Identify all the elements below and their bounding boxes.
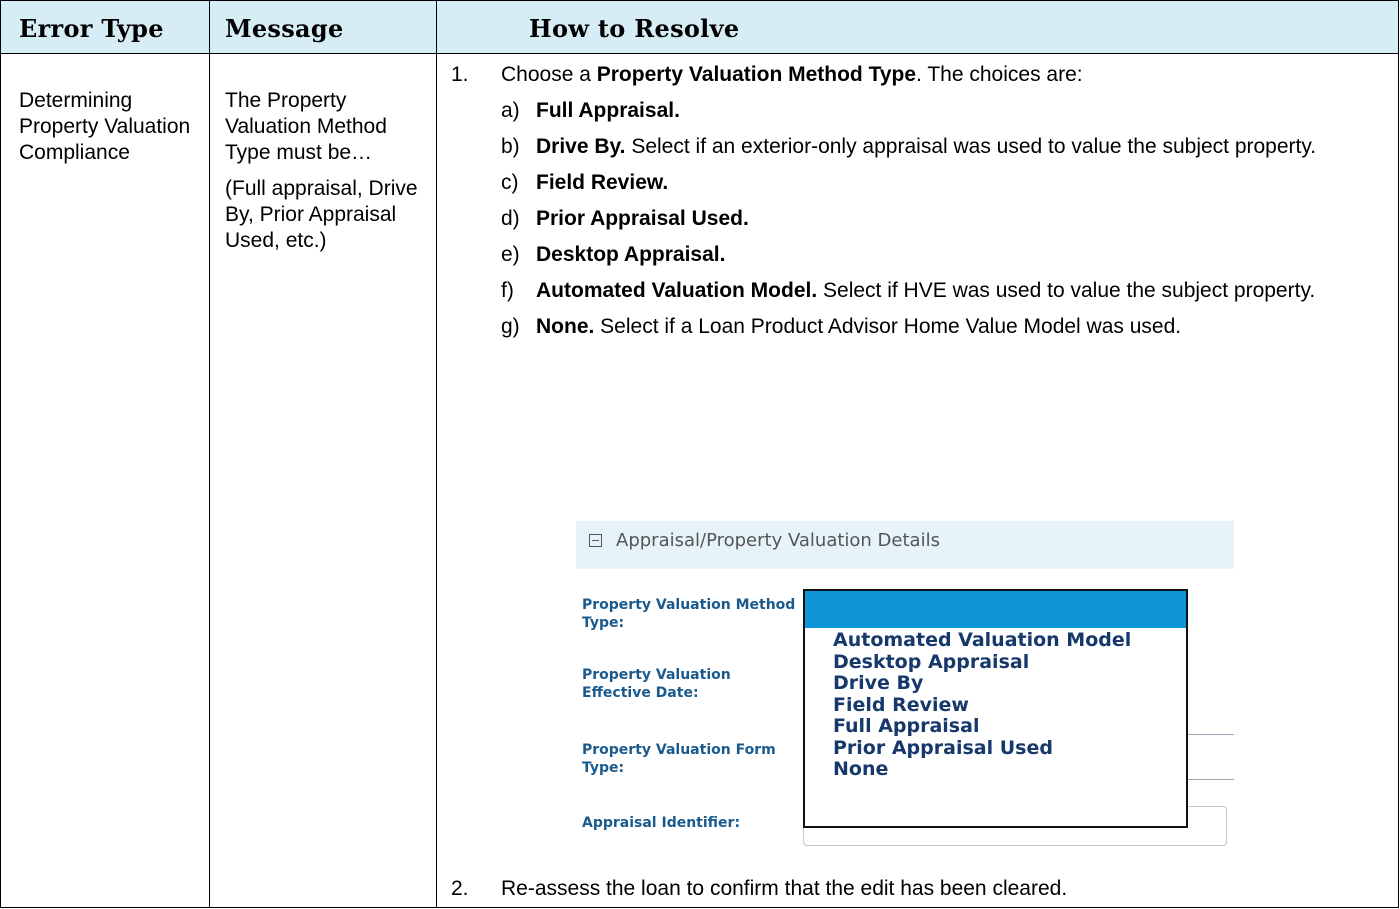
choice-description: Select if a Loan Product Advisor Home Va… [594, 315, 1182, 338]
choice-description: Select if an exterior-only appraisal was… [625, 135, 1317, 158]
choice-item: a) Full Appraisal. [451, 97, 1391, 124]
dropdown-option[interactable]: Drive By [833, 672, 1131, 695]
choice-item: g) None. Select if a Loan Product Adviso… [451, 313, 1391, 340]
field-label-form-type: Property Valuation Form Type: [582, 742, 776, 776]
choice-letter: c) [501, 171, 519, 194]
choice-name: None. [536, 315, 595, 338]
step-text: Choose a [501, 63, 597, 86]
dropdown-selected-option[interactable] [805, 591, 1186, 628]
collapse-icon[interactable] [589, 534, 602, 547]
choice-item: d) Prior Appraisal Used. [451, 205, 1391, 232]
resolution-steps: 1. Choose a Property Valuation Method Ty… [451, 61, 1391, 340]
error-resolution-table: Error Type Message How to Resolve Determ… [0, 0, 1399, 908]
choice-item: b) Drive By. Select if an exterior-only … [451, 133, 1391, 160]
embedded-screenshot: Appraisal/Property Valuation Details Pro… [576, 521, 1234, 856]
dropdown-options: Automated Valuation Model Desktop Apprai… [833, 629, 1131, 781]
dropdown-option[interactable]: None [833, 758, 1131, 781]
dropdown-option[interactable]: Automated Valuation Model [833, 629, 1131, 652]
choice-name: Field Review. [536, 171, 669, 194]
choice-letter: g) [501, 315, 520, 338]
message-cell: The Property Valuation Method Type must … [225, 88, 425, 264]
step-number: 2. [451, 877, 469, 900]
choice-item: f) Automated Valuation Model. Select if … [451, 277, 1391, 304]
message-examples: (Full appraisal, Drive By, Prior Apprais… [225, 177, 418, 252]
field-label-method-type: Property Valuation Method Type: [582, 597, 796, 631]
dropdown-option[interactable]: Desktop Appraisal [833, 651, 1131, 674]
choice-letter: d) [501, 207, 520, 230]
choice-name: Desktop Appraisal. [536, 243, 726, 266]
dropdown-option[interactable]: Field Review [833, 694, 1131, 717]
choice-name: Drive By. [536, 135, 626, 158]
header-message: Message [225, 14, 344, 43]
header-error-type: Error Type [19, 14, 164, 43]
step-1: 1. Choose a Property Valuation Method Ty… [451, 61, 1391, 88]
choice-name: Prior Appraisal Used. [536, 207, 749, 230]
field-label-appraisal-id: Appraisal Identifier: [582, 815, 741, 831]
step-number: 1. [451, 63, 469, 86]
header-divider [1, 53, 1398, 54]
dropdown-option[interactable]: Full Appraisal [833, 715, 1131, 738]
header-how-to-resolve: How to Resolve [529, 14, 740, 43]
field-label-effective-date: Property Valuation Effective Date: [582, 667, 731, 701]
choice-item: e) Desktop Appraisal. [451, 241, 1391, 268]
choice-letter: f) [501, 279, 514, 302]
column-divider [209, 1, 210, 907]
resolution-step-2: 2. Re-assess the loan to confirm that th… [451, 875, 1391, 902]
step-emphasis: Property Valuation Method Type [596, 63, 917, 86]
step-2: 2. Re-assess the loan to confirm that th… [451, 875, 1391, 902]
dropdown-option[interactable]: Prior Appraisal Used [833, 737, 1131, 760]
method-type-dropdown[interactable]: Automated Valuation Model Desktop Apprai… [803, 589, 1188, 828]
choice-item: c) Field Review. [451, 169, 1391, 196]
choice-description: Select if HVE was used to value the subj… [817, 279, 1316, 302]
error-type-cell: Determining Property Valuation Complianc… [19, 88, 199, 176]
section-title: Appraisal/Property Valuation Details [616, 530, 940, 551]
choice-name: Full Appraisal. [536, 99, 680, 122]
section-header[interactable]: Appraisal/Property Valuation Details [576, 521, 1234, 569]
error-type-text: Determining Property Valuation Complianc… [19, 89, 191, 164]
step-text: Re-assess the loan to confirm that the e… [501, 877, 1068, 900]
choice-letter: b) [501, 135, 520, 158]
choice-name: Automated Valuation Model. [536, 279, 818, 302]
column-divider [436, 1, 437, 907]
choice-letter: a) [501, 99, 520, 122]
step-text: . The choices are: [916, 63, 1083, 86]
choice-letter: e) [501, 243, 520, 266]
message-text: The Property Valuation Method Type must … [225, 89, 387, 164]
